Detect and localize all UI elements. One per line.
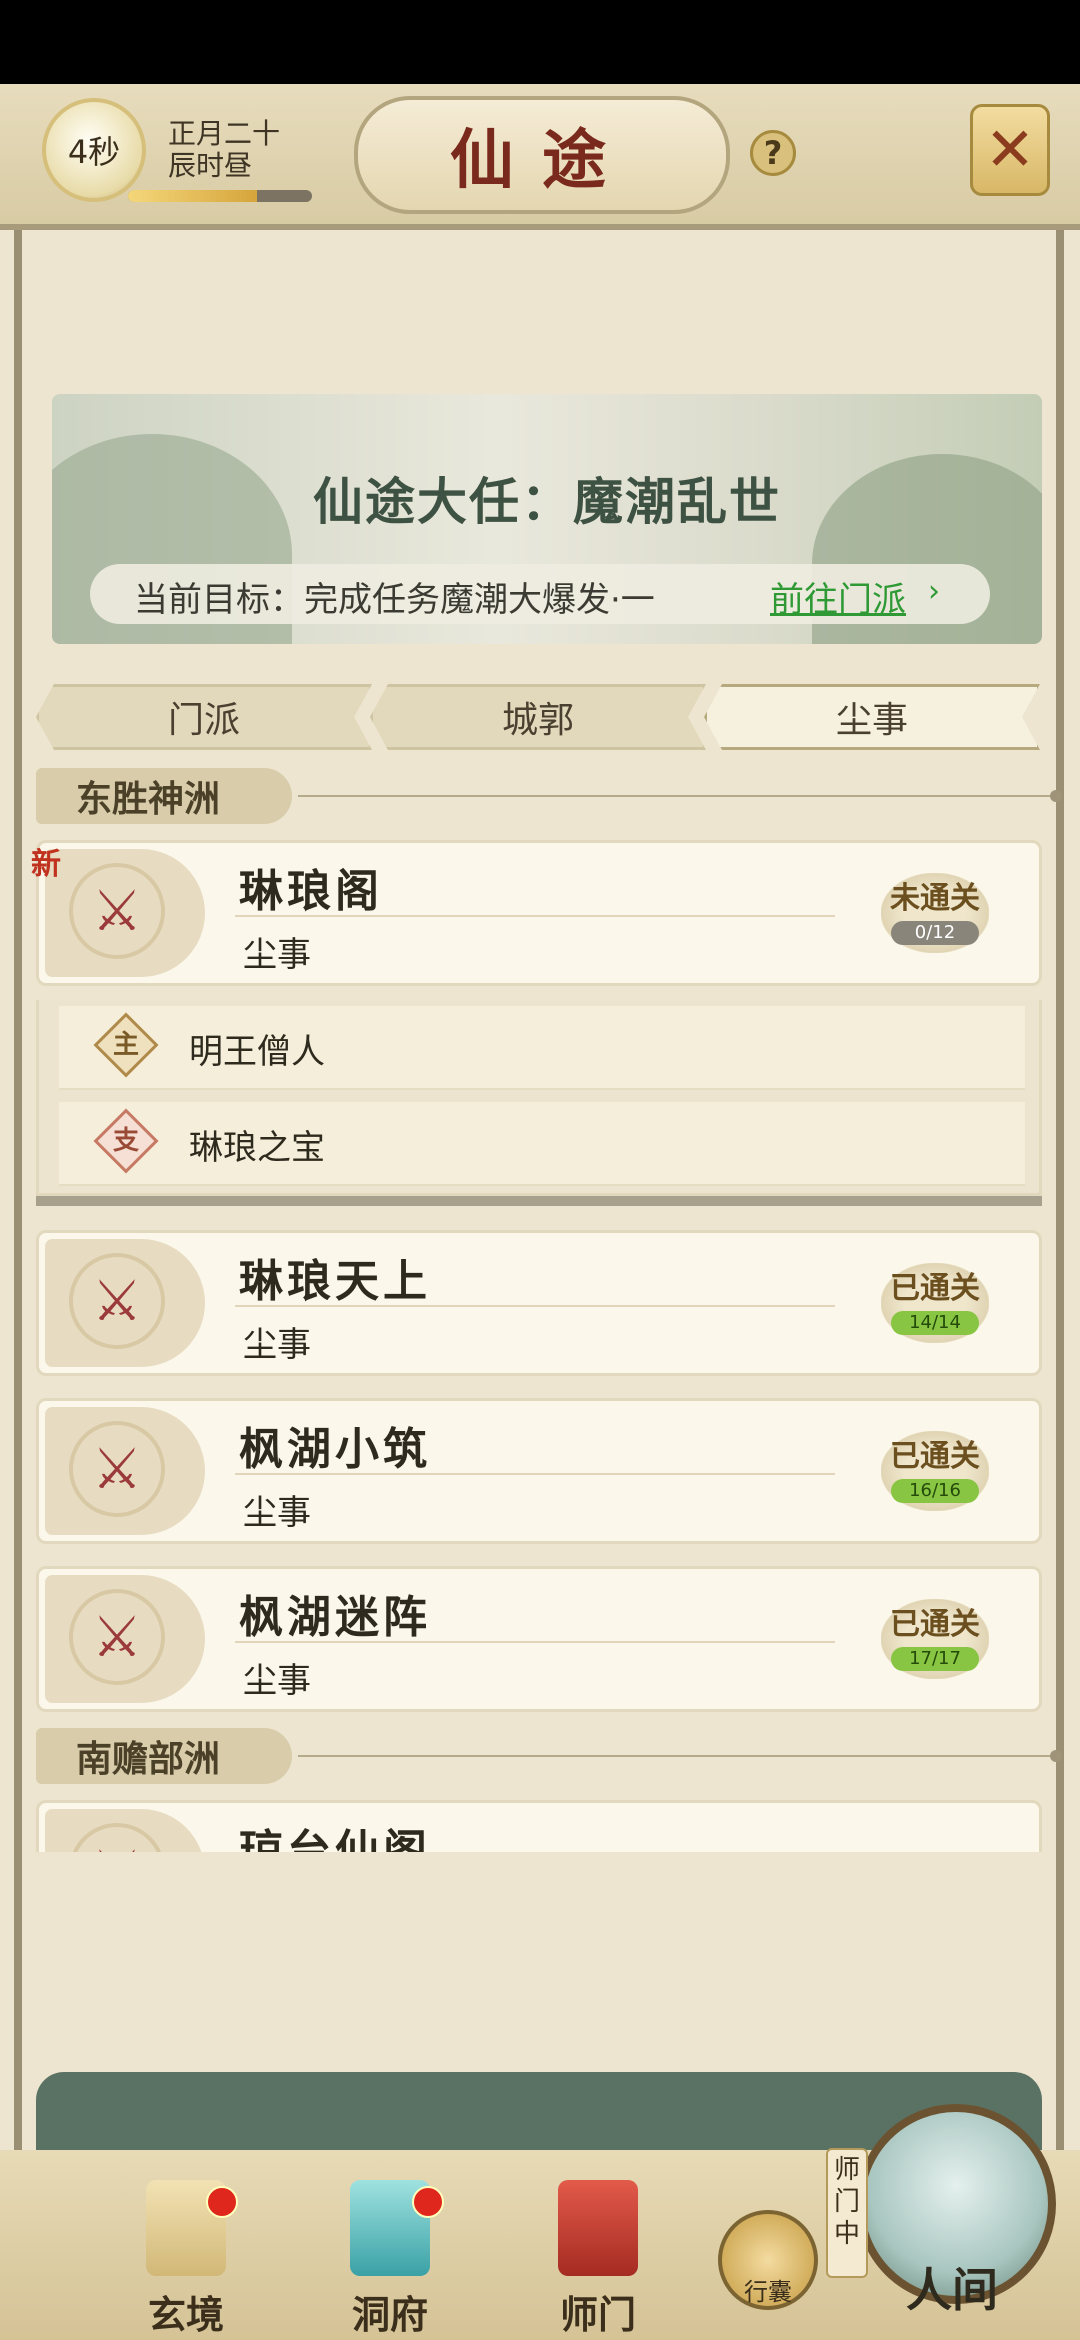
- sword-icon: ⚔: [69, 1253, 165, 1349]
- quest-name: 琳琅天上: [239, 1256, 431, 1307]
- tab-sect[interactable]: 门派: [36, 684, 372, 750]
- goal-text: 当前目标：完成任务魔潮大爆发·一: [134, 580, 655, 620]
- sword-icon: ⚔: [69, 1421, 165, 1517]
- region-header: 南赡部洲: [36, 1728, 1066, 1784]
- world-label: 人间: [906, 2263, 998, 2317]
- time-progress-bar: [128, 190, 312, 202]
- quest-type: 尘事: [243, 1493, 311, 1533]
- subquest-label: 明王僧人: [189, 1032, 325, 1072]
- date-line-2: 辰时昼: [168, 149, 253, 182]
- subquest-row[interactable]: 支 琳琅之宝: [59, 1102, 1025, 1186]
- quest-icon-bg: ⚔: [45, 1809, 205, 1852]
- main-quest-icon: 主: [93, 1012, 159, 1078]
- help-icon[interactable]: ?: [750, 130, 796, 176]
- divider: [235, 915, 835, 917]
- status-text: 已通关: [890, 1607, 980, 1642]
- quest-icon-bg: ⚔: [45, 1575, 205, 1703]
- shimen-status-tag: 师门中: [826, 2148, 868, 2278]
- bag-label: 行囊: [744, 2278, 792, 2306]
- nav-dongfu[interactable]: 洞府: [320, 2180, 460, 2337]
- nav-shimen[interactable]: 师门: [528, 2180, 668, 2337]
- divider: [298, 1755, 1060, 1757]
- nav-xuanjing[interactable]: 玄境: [116, 2180, 256, 2337]
- tab-city[interactable]: 城郭: [370, 684, 706, 750]
- close-button[interactable]: ✕: [970, 104, 1050, 196]
- chevron-right-icon[interactable]: ›: [928, 574, 940, 609]
- quest-icon-bg: ⚔: [45, 1239, 205, 1367]
- quest-name: 琳琅阁: [239, 866, 383, 917]
- divider: [235, 1473, 835, 1475]
- status-seal: 已通关 16/16: [881, 1431, 989, 1511]
- side-quest-icon: 支: [93, 1108, 159, 1174]
- timer-badge: 4秒: [42, 98, 146, 202]
- progress-badge: 0/12: [891, 921, 979, 945]
- list-clip: ⚔ 琼台仙阁: [0, 1800, 1080, 1852]
- notification-dot: [412, 2186, 444, 2218]
- quest-type: 尘事: [243, 1325, 311, 1365]
- divider: [298, 795, 1060, 797]
- subquest-label: 琳琅之宝: [189, 1128, 325, 1168]
- region-label: 东胜神洲: [36, 768, 292, 824]
- sword-icon: ⚔: [69, 1589, 165, 1685]
- divider-end: [1050, 790, 1062, 802]
- nav-label: 玄境: [147, 2292, 224, 2337]
- quest-icon-bg: ⚔: [45, 849, 205, 977]
- page-title: 仙途: [354, 96, 730, 214]
- goto-sect-link[interactable]: 前往门派: [770, 572, 906, 621]
- status-seal: 未通关 0/12: [881, 873, 989, 953]
- progress-badge: 14/14: [891, 1311, 979, 1335]
- status-text: 未通关: [890, 881, 980, 916]
- quest-icon-bg: ⚔: [45, 1407, 205, 1535]
- nav-label: 师门: [559, 2292, 636, 2337]
- region-label: 南赡部洲: [36, 1728, 292, 1784]
- status-seal: 已通关 17/17: [881, 1599, 989, 1679]
- subquest-panel: 主 明王僧人 支 琳琅之宝: [36, 1000, 1042, 1196]
- quest-card[interactable]: ⚔ 琼台仙阁: [36, 1800, 1042, 1852]
- new-badge: 新: [31, 847, 61, 882]
- status-text: 已通关: [890, 1271, 980, 1306]
- sword-icon: ⚔: [69, 1823, 165, 1852]
- banner-icon: [558, 2180, 638, 2276]
- banner-title: 仙途大任：魔潮乱世: [313, 472, 781, 531]
- divider: [235, 1305, 835, 1307]
- quest-card[interactable]: ⚔ 琳琅天上 尘事 已通关 14/14: [36, 1230, 1042, 1376]
- quest-name: 枫湖迷阵: [239, 1592, 431, 1643]
- quest-name: 枫湖小筑: [239, 1424, 431, 1475]
- time-progress-fill: [128, 190, 257, 202]
- tab-mundane[interactable]: 尘事: [704, 684, 1040, 750]
- divider-end: [1050, 1750, 1062, 1762]
- category-tabs: 门派 城郭 尘事: [36, 684, 1042, 750]
- quest-card[interactable]: ⚔ 枫湖迷阵 尘事 已通关 17/17: [36, 1566, 1042, 1712]
- notification-dot: [206, 2186, 238, 2218]
- quest-card[interactable]: ⚔ 新 琳琅阁 尘事 未通关 0/12: [31, 840, 1042, 986]
- subquest-row[interactable]: 主 明王僧人: [59, 1006, 1025, 1090]
- status-text: 已通关: [890, 1439, 980, 1474]
- quest-name: 琼台仙阁: [239, 1826, 431, 1852]
- quest-type: 尘事: [243, 1661, 311, 1701]
- quest-type: 尘事: [243, 935, 311, 975]
- sword-icon: ⚔: [69, 863, 165, 959]
- quest-card[interactable]: ⚔ 枫湖小筑 尘事 已通关 16/16: [36, 1398, 1042, 1544]
- region-header: 东胜神洲: [36, 768, 1066, 824]
- divider: [235, 1641, 835, 1643]
- progress-badge: 16/16: [891, 1479, 979, 1503]
- panel-bottom-rule: [36, 1196, 1042, 1206]
- status-seal: 已通关 14/14: [881, 1263, 989, 1343]
- nav-label: 洞府: [351, 2292, 428, 2337]
- progress-badge: 17/17: [891, 1647, 979, 1671]
